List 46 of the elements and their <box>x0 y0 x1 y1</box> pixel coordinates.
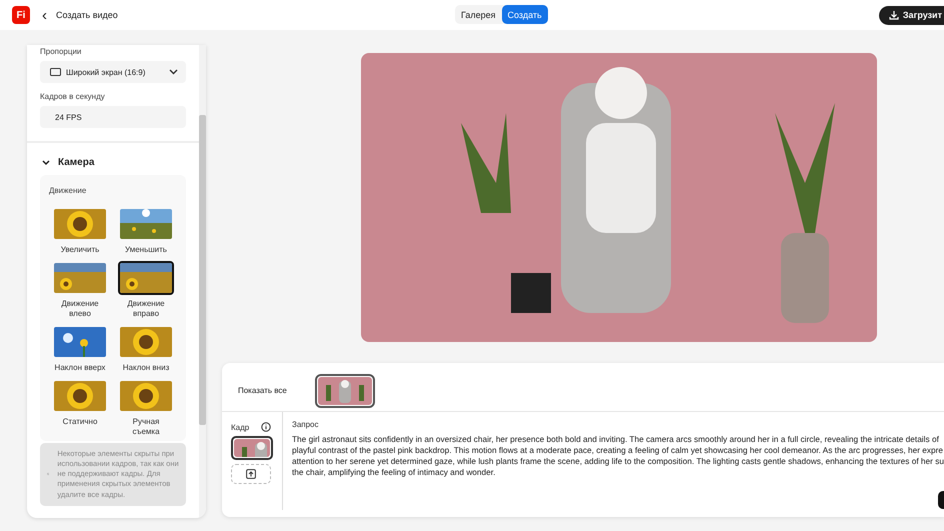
frame-thumbnail <box>314 374 375 408</box>
motion-label: Движение <box>49 186 88 195</box>
sunflower-thumbnail <box>52 325 108 359</box>
field-label: Пропорции <box>40 47 82 56</box>
show-all-button[interactable]: Показать все <box>232 386 293 395</box>
app-logo[interactable]: Fi <box>12 6 30 24</box>
prompt-text: attention to her serene yet determined gaze, while lush plants frame the scene, adding life to the composition. The lighting casts gentle shadows, enhancing the textures of her su <box>292 456 944 467</box>
upload-icon <box>246 469 256 479</box>
frame-thumbnail <box>230 436 273 460</box>
download-button[interactable]: Загрузит <box>878 6 944 24</box>
screen-icon <box>50 68 61 76</box>
generate-button[interactable] <box>938 491 944 509</box>
prompt-text: The girl astronaut sits confidently in an oversized chair, her presence both bold and inviting. The camera arcs smoothly around her in a full circle, revealing the intricate details of <box>292 434 940 445</box>
sunflower-thumbnail <box>52 261 108 295</box>
view-tab[interactable]: Создать <box>502 5 548 24</box>
motion-option[interactable]: Наклон вниз <box>113 325 179 373</box>
motion-option[interactable]: Движение влево <box>47 261 113 319</box>
chevron-down-icon <box>169 69 178 75</box>
motion-option[interactable]: Увеличить <box>47 207 113 255</box>
motion-option[interactable]: Уменьшить <box>113 207 179 255</box>
page-title: Создать видео <box>56 10 118 20</box>
download-icon <box>888 10 899 20</box>
scrollbar[interactable] <box>198 45 206 518</box>
sunflower-thumbnail <box>52 379 108 413</box>
prompt-label: Запрос <box>292 420 320 429</box>
frame-label: Кадр <box>230 422 250 432</box>
prompt-text: the chair, amplifying the feeling of intimacy and wonder. <box>292 467 496 478</box>
sunflower-thumbnail <box>52 207 108 241</box>
back-button[interactable]: ‹ <box>42 8 47 22</box>
sunflower-thumbnail <box>118 325 174 359</box>
prompt-text: playful contrast of the pastel pink backdrop. This motion flows at a moderate pace, creating a feeling of calm yet showcasing her cool demeanor. As the arc progresses, her expre <box>292 445 944 456</box>
view-tab[interactable]: Галерея <box>455 5 502 24</box>
aspect-dropdown[interactable]: Широкий экран (16:9) <box>40 61 186 83</box>
motion-option[interactable]: Ручная съемка <box>113 379 179 437</box>
info-icon <box>260 422 271 432</box>
motion-option[interactable]: Движение вправо <box>113 261 179 319</box>
fps-field[interactable]: 24 FPS <box>40 106 186 128</box>
motion-option[interactable]: Статично <box>47 379 113 437</box>
field-label: Кадров в секунду <box>40 92 106 101</box>
motion-option[interactable]: Наклон вверх <box>47 325 113 373</box>
sunflower-thumbnail <box>118 261 174 295</box>
sunflower-thumbnail <box>118 379 174 413</box>
camera-section-toggle[interactable]: Камера <box>42 157 199 168</box>
add-frame-button[interactable] <box>230 464 271 484</box>
section-heading: Камера <box>58 157 94 168</box>
sunflower-thumbnail <box>118 207 174 241</box>
